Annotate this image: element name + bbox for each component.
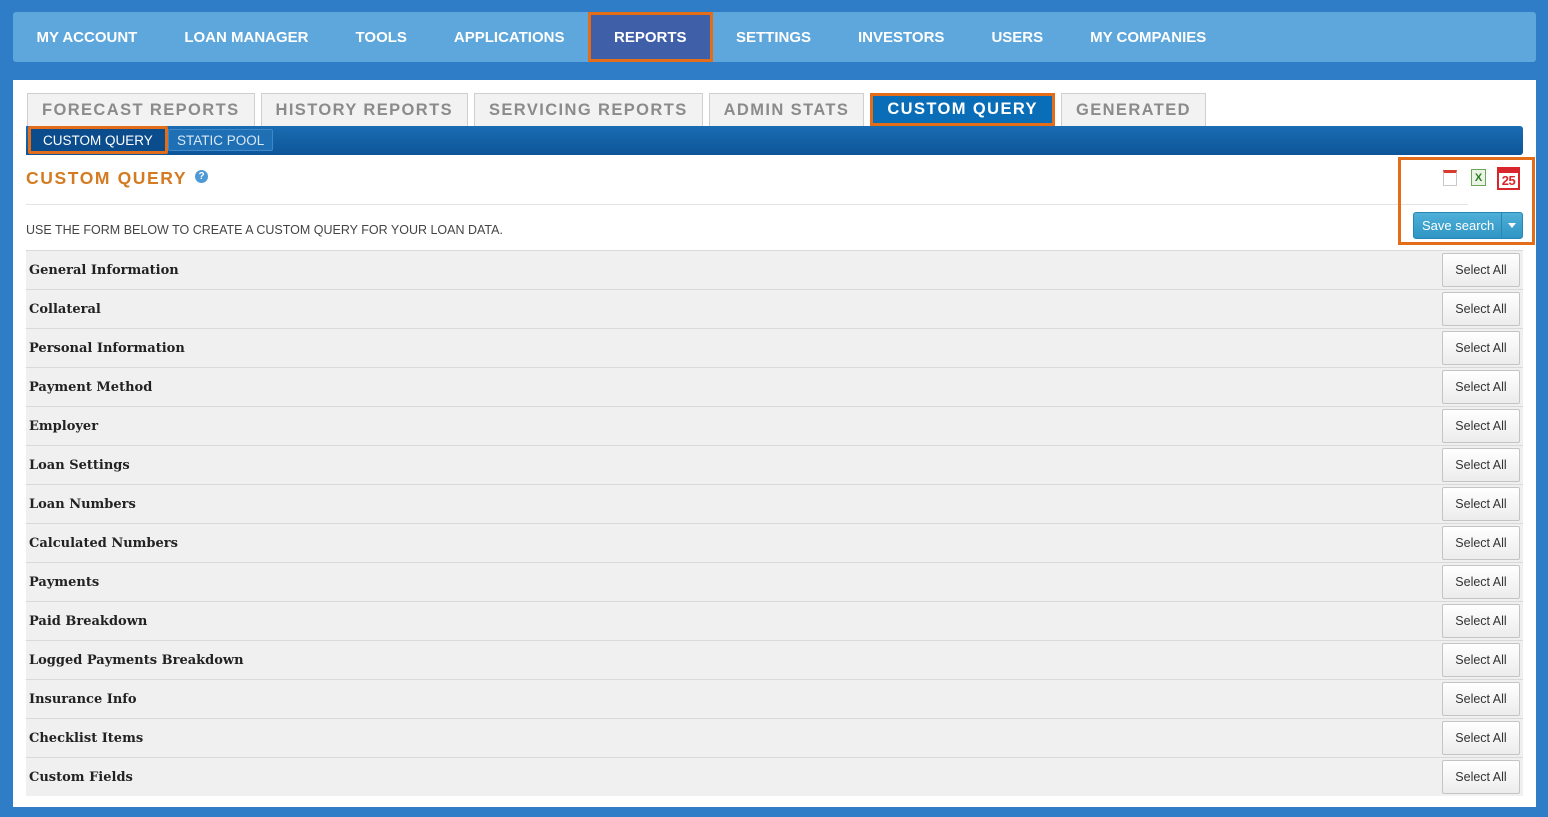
section-row: Loan Numbers Select All bbox=[26, 484, 1523, 523]
section-row: Custom Fields Select All bbox=[26, 757, 1523, 796]
help-icon[interactable]: ? bbox=[195, 170, 208, 183]
section-row: Payment Method Select All bbox=[26, 367, 1523, 406]
save-search-button[interactable]: Save search bbox=[1413, 212, 1523, 239]
select-all-button[interactable]: Select All bbox=[1442, 409, 1520, 443]
section-label: Loan Settings bbox=[29, 457, 130, 473]
main-panel: FORECAST REPORTS HISTORY REPORTS SERVICI… bbox=[13, 80, 1536, 807]
section-list: General Information Select All Collateral S… bbox=[26, 250, 1523, 796]
sub-tab-bar: CUSTOM QUERY STATIC POOL bbox=[26, 126, 1523, 155]
nav-my-companies[interactable]: MY COMPANIES bbox=[1067, 12, 1230, 62]
section-label: Personal Information bbox=[29, 340, 185, 356]
section-row: Insurance Info Select All bbox=[26, 679, 1523, 718]
select-all-button[interactable]: Select All bbox=[1442, 370, 1520, 404]
select-all-button[interactable]: Select All bbox=[1442, 604, 1520, 638]
section-label: Checklist Items bbox=[29, 730, 144, 746]
nav-tools[interactable]: TOOLS bbox=[332, 12, 430, 62]
section-label: Paid Breakdown bbox=[29, 613, 148, 629]
title-divider bbox=[26, 204, 1468, 205]
select-all-button[interactable]: Select All bbox=[1442, 292, 1520, 326]
section-label: Custom Fields bbox=[29, 769, 133, 785]
intro-text: USE THE FORM BELOW TO CREATE A CUSTOM QU… bbox=[26, 223, 503, 237]
page-title: CUSTOM QUERY bbox=[26, 168, 188, 188]
section-row: Logged Payments Breakdown Select All bbox=[26, 640, 1523, 679]
select-all-button[interactable]: Select All bbox=[1442, 565, 1520, 599]
section-row: Calculated Numbers Select All bbox=[26, 523, 1523, 562]
section-label: Payment Method bbox=[29, 379, 153, 395]
section-row: Payments Select All bbox=[26, 562, 1523, 601]
excel-icon[interactable]: X bbox=[1471, 169, 1486, 186]
nav-settings[interactable]: SETTINGS bbox=[713, 12, 835, 62]
select-all-button[interactable]: Select All bbox=[1442, 487, 1520, 521]
tab-generated[interactable]: GENERATED bbox=[1060, 93, 1206, 126]
nav-my-account[interactable]: MY ACCOUNT bbox=[13, 12, 161, 62]
section-row: Personal Information Select All bbox=[26, 328, 1523, 367]
section-label: Insurance Info bbox=[29, 691, 137, 707]
select-all-button[interactable]: Select All bbox=[1442, 526, 1520, 560]
save-search-dropdown[interactable] bbox=[1501, 213, 1522, 238]
select-all-button[interactable]: Select All bbox=[1442, 253, 1520, 287]
select-all-button[interactable]: Select All bbox=[1442, 721, 1520, 755]
nav-users[interactable]: USERS bbox=[968, 12, 1067, 62]
tab-history-reports[interactable]: HISTORY REPORTS bbox=[260, 93, 468, 126]
nav-investors[interactable]: INVESTORS bbox=[835, 12, 968, 62]
select-all-button[interactable]: Select All bbox=[1442, 448, 1520, 482]
subtab-custom-query[interactable]: CUSTOM QUERY bbox=[28, 126, 168, 154]
nav-applications[interactable]: APPLICATIONS bbox=[430, 12, 588, 62]
section-label: Payments bbox=[29, 574, 100, 590]
pdf-icon[interactable] bbox=[1443, 170, 1457, 186]
tab-forecast-reports[interactable]: FORECAST REPORTS bbox=[27, 93, 255, 126]
section-row: Employer Select All bbox=[26, 406, 1523, 445]
section-row: Paid Breakdown Select All bbox=[26, 601, 1523, 640]
tab-servicing-reports[interactable]: SERVICING REPORTS bbox=[473, 93, 703, 126]
nav-loan-manager[interactable]: LOAN MANAGER bbox=[161, 12, 332, 62]
section-label: Employer bbox=[29, 418, 99, 434]
save-search-label: Save search bbox=[1422, 218, 1495, 233]
select-all-button[interactable]: Select All bbox=[1442, 682, 1520, 716]
subtab-static-pool[interactable]: STATIC POOL bbox=[168, 129, 274, 151]
top-navigation: MY ACCOUNT LOAN MANAGER TOOLS APPLICATIO… bbox=[13, 12, 1536, 62]
chevron-down-icon bbox=[1508, 223, 1517, 228]
calendar-icon[interactable]: 25 bbox=[1497, 167, 1520, 190]
section-label: Calculated Numbers bbox=[29, 535, 178, 551]
report-tabs: FORECAST REPORTS HISTORY REPORTS SERVICI… bbox=[27, 93, 1206, 126]
tab-admin-stats[interactable]: ADMIN STATS bbox=[708, 93, 865, 126]
section-label: Collateral bbox=[29, 301, 101, 317]
section-label: Logged Payments Breakdown bbox=[29, 652, 244, 668]
section-label: General Information bbox=[29, 262, 179, 278]
section-row: Checklist Items Select All bbox=[26, 718, 1523, 757]
nav-reports[interactable]: REPORTS bbox=[587, 12, 713, 62]
export-actions: X 25 Save search bbox=[1398, 157, 1535, 245]
select-all-button[interactable]: Select All bbox=[1442, 760, 1520, 794]
section-row: General Information Select All bbox=[26, 250, 1523, 289]
select-all-button[interactable]: Select All bbox=[1442, 643, 1520, 677]
select-all-button[interactable]: Select All bbox=[1442, 331, 1520, 365]
section-row: Collateral Select All bbox=[26, 289, 1523, 328]
tab-custom-query[interactable]: CUSTOM QUERY bbox=[870, 93, 1055, 126]
section-label: Loan Numbers bbox=[29, 496, 136, 512]
section-row: Loan Settings Select All bbox=[26, 445, 1523, 484]
